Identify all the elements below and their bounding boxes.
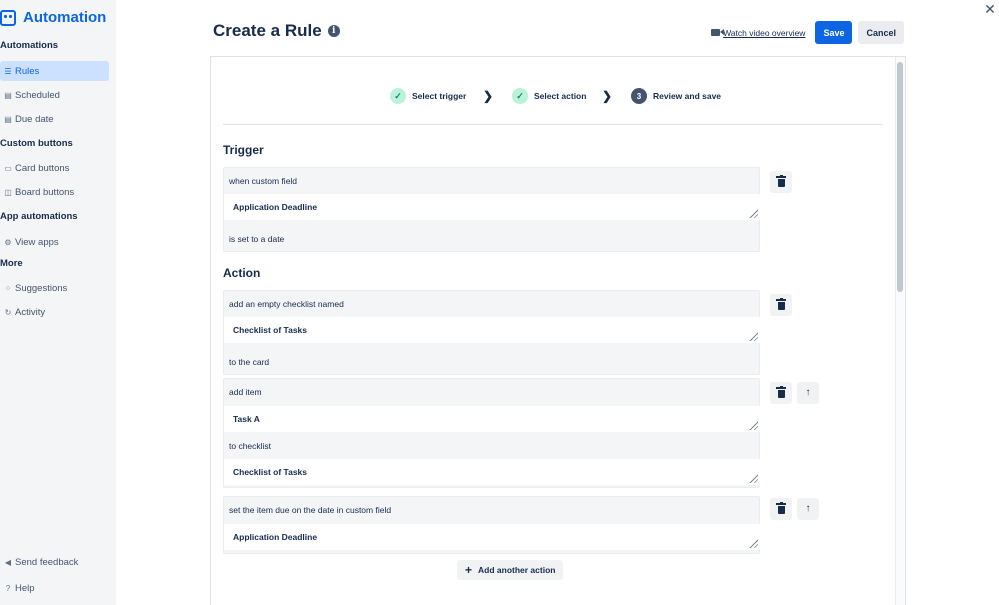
- checklist-name-input[interactable]: Checklist of Tasks: [224, 459, 760, 485]
- action-text: to checklist: [229, 441, 272, 451]
- arrow-up-icon: ↑: [805, 503, 811, 514]
- arrow-up-icon: ↑: [805, 387, 811, 398]
- sidebar-item-label: Board buttons: [15, 186, 75, 198]
- page-title-text: Create a Rule: [213, 21, 322, 40]
- scrollbar[interactable]: [895, 57, 905, 605]
- action-text: set the item due on the date in custom f…: [229, 505, 392, 515]
- stepper: ✓ Select trigger ❯ ✓ Select action ❯ 3 R…: [211, 57, 895, 125]
- sidebar-item-activity[interactable]: ↻ Activity: [0, 302, 109, 322]
- step-select-action[interactable]: ✓ Select action: [512, 88, 586, 104]
- sidebar-item-label: Card buttons: [15, 162, 70, 174]
- cancel-button[interactable]: Cancel: [858, 21, 904, 44]
- trigger-field-input[interactable]: Application Deadline: [224, 194, 760, 220]
- save-button[interactable]: Save: [815, 21, 853, 44]
- watch-video-link[interactable]: Watch video overview: [711, 28, 805, 38]
- step-label: Select action: [534, 91, 587, 101]
- sidebar: Automation Automations ☰ Rules ▤ Schedul…: [0, 0, 116, 605]
- move-up-button[interactable]: ↑: [797, 498, 819, 520]
- sidebar-item-label: Rules: [15, 65, 40, 77]
- stepper-divider: [223, 124, 883, 125]
- add-another-action-label: Add another action: [478, 565, 556, 575]
- board-icon: ◫: [4, 187, 12, 197]
- section-heading-more: More: [0, 258, 23, 269]
- trash-icon: [776, 501, 786, 514]
- calendar-icon: ▤: [4, 114, 12, 124]
- action-heading: Action: [223, 266, 261, 280]
- trash-icon: [776, 297, 786, 310]
- delete-action-button[interactable]: [770, 294, 792, 316]
- sidebar-item-board-buttons[interactable]: ◫ Board buttons: [0, 182, 109, 202]
- sidebar-item-label: Suggestions: [15, 282, 68, 294]
- trash-icon: [776, 174, 786, 187]
- section-heading-app-automations: App automations: [0, 211, 78, 222]
- sidebar-item-card-buttons[interactable]: ▭ Card buttons: [0, 158, 109, 178]
- sidebar-item-suggestions[interactable]: ⁘ Suggestions: [0, 278, 109, 298]
- action-card: add item Task A to checklist Checklist o…: [223, 378, 760, 488]
- brand: Automation: [0, 9, 106, 26]
- sidebar-item-label: Scheduled: [15, 89, 60, 101]
- delete-trigger-button[interactable]: [770, 171, 792, 193]
- close-icon[interactable]: ✕: [983, 2, 997, 16]
- trigger-card: when custom field Application Deadline i…: [223, 167, 760, 252]
- trigger-heading: Trigger: [223, 143, 264, 157]
- megaphone-icon: ◀: [4, 557, 12, 567]
- sidebar-item-scheduled[interactable]: ▤ Scheduled: [0, 85, 109, 105]
- header-actions: Watch video overview Save Cancel: [711, 21, 904, 44]
- sidebar-title: Automation: [23, 9, 107, 26]
- automation-icon: [0, 9, 16, 26]
- calendar-icon: ▤: [4, 90, 12, 100]
- video-camera-icon: [711, 29, 725, 36]
- add-another-action-button[interactable]: + Add another action: [457, 560, 564, 580]
- scrollbar-thumb[interactable]: [897, 62, 903, 292]
- step-review-and-save[interactable]: 3 Review and save: [631, 88, 721, 104]
- sidebar-item-send-feedback[interactable]: ◀ Send feedback: [0, 552, 109, 572]
- sidebar-item-label: Help: [15, 582, 35, 594]
- sidebar-item-view-apps[interactable]: ⚙ View apps: [0, 232, 109, 252]
- delete-action-button[interactable]: [770, 498, 792, 520]
- check-icon: ✓: [512, 88, 528, 104]
- section-heading-automations: Automations: [0, 40, 59, 51]
- step-label: Review and save: [653, 91, 722, 101]
- chevron-right-icon: ❯: [483, 89, 494, 103]
- plus-icon: +: [465, 563, 473, 577]
- item-name-input[interactable]: Task A: [224, 406, 760, 432]
- card-icon: ▭: [4, 163, 12, 173]
- custom-field-input[interactable]: Application Deadline: [224, 524, 760, 550]
- sidebar-item-label: Send feedback: [15, 556, 79, 568]
- action-text: add item: [229, 387, 262, 397]
- checklist-name-input[interactable]: Checklist of Tasks: [224, 317, 760, 343]
- action-card: set the item due on the date in custom f…: [223, 496, 760, 554]
- action-text: to the card: [229, 357, 270, 367]
- refresh-icon: ↻: [4, 307, 12, 317]
- move-up-button[interactable]: ↑: [797, 382, 819, 404]
- sidebar-item-label: Due date: [15, 113, 54, 125]
- sidebar-item-label: View apps: [15, 236, 59, 248]
- chevron-right-icon: ❯: [602, 89, 613, 103]
- sidebar-item-help[interactable]: ? Help: [0, 578, 109, 598]
- trigger-text: when custom field: [229, 176, 298, 186]
- action-text: add an empty checklist named: [229, 299, 344, 309]
- sidebar-item-label: Activity: [15, 306, 46, 318]
- info-icon[interactable]: i: [327, 25, 340, 37]
- watch-video-label: Watch video overview: [723, 27, 806, 38]
- sidebar-item-rules[interactable]: ☰ Rules: [0, 61, 109, 81]
- action-card: add an empty checklist named Checklist o…: [223, 290, 760, 375]
- help-icon: ?: [5, 583, 11, 593]
- section-heading-custom-buttons: Custom buttons: [0, 138, 73, 149]
- step-label: Select trigger: [412, 91, 467, 101]
- trash-icon: [776, 385, 786, 398]
- sliders-icon: ☰: [4, 66, 12, 76]
- check-icon: ✓: [390, 88, 406, 104]
- delete-action-button[interactable]: [770, 382, 792, 404]
- trigger-text: is set to a date: [229, 234, 285, 244]
- page-title: Create a Rule i: [213, 21, 340, 41]
- gear-icon: ⚙: [4, 237, 12, 247]
- sidebar-item-due-date[interactable]: ▤ Due date: [0, 109, 109, 129]
- step-select-trigger[interactable]: ✓ Select trigger: [390, 88, 466, 104]
- rule-panel: ✓ Select trigger ❯ ✓ Select action ❯ 3 R…: [210, 57, 906, 605]
- step-number: 3: [631, 88, 647, 104]
- suggestions-icon: ⁘: [4, 283, 12, 293]
